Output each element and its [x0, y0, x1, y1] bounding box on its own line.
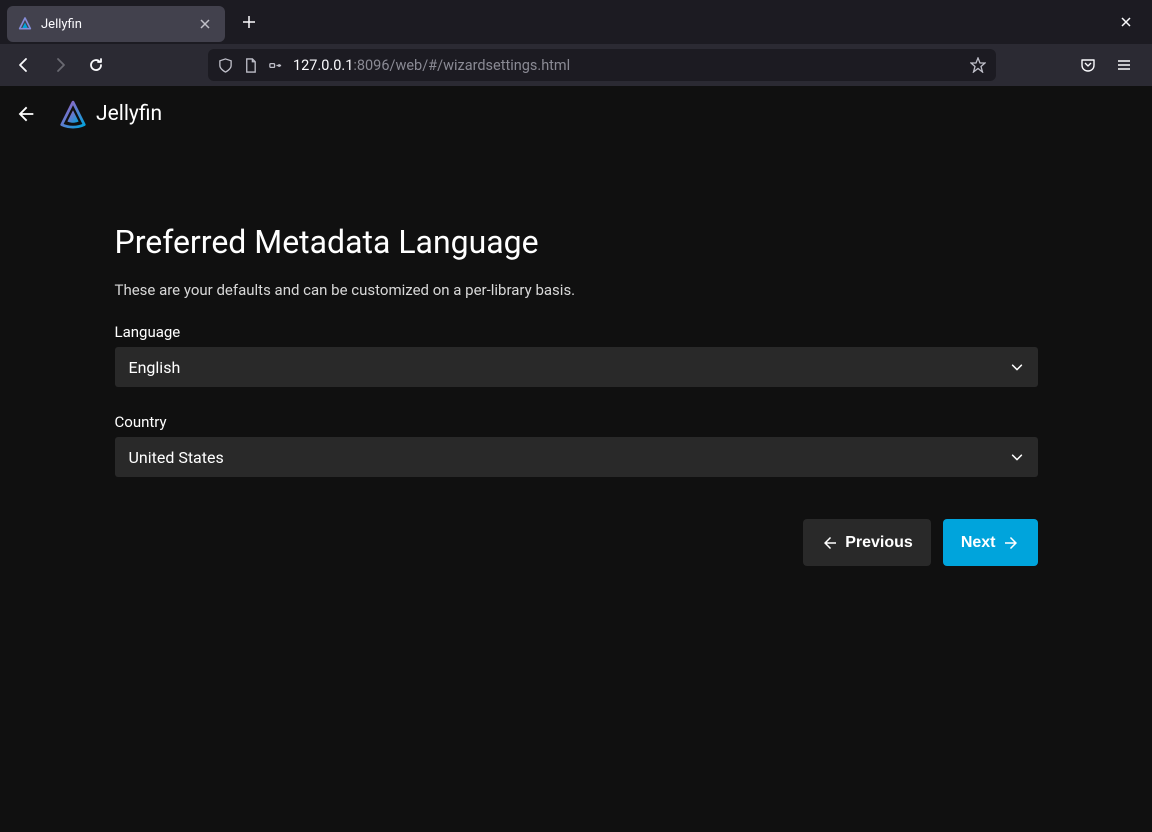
browser-chrome: Jellyfin — [0, 0, 1152, 86]
browser-tab[interactable]: Jellyfin — [7, 6, 225, 42]
app-logo-text: Jellyfin — [96, 102, 162, 126]
forward-button — [44, 49, 76, 81]
language-value: English — [115, 358, 1038, 377]
url-security-icons — [218, 58, 283, 73]
jellyfin-logo-icon — [58, 99, 88, 129]
arrow-right-icon — [1002, 534, 1020, 552]
nav-bar: 127.0.0.1:8096/web/#/wizardsettings.html — [0, 44, 1152, 86]
bookmark-star-icon[interactable] — [970, 57, 986, 73]
app-logo[interactable]: Jellyfin — [58, 99, 162, 129]
close-tab-icon[interactable] — [195, 14, 215, 34]
country-select[interactable]: United States — [115, 437, 1038, 477]
tab-title: Jellyfin — [41, 17, 195, 32]
chevron-down-icon — [1010, 450, 1024, 464]
window-close-icon[interactable] — [1112, 8, 1140, 36]
url-bar[interactable]: 127.0.0.1:8096/web/#/wizardsettings.html — [208, 49, 996, 81]
permission-icon[interactable] — [268, 58, 283, 73]
country-field: Country United States — [115, 413, 1038, 477]
arrow-left-icon — [821, 534, 839, 552]
url-text: 127.0.0.1:8096/web/#/wizardsettings.html — [293, 57, 960, 74]
country-value: United States — [115, 448, 1038, 467]
jellyfin-favicon — [17, 16, 33, 32]
page-content: Preferred Metadata Language These are yo… — [0, 143, 1152, 832]
country-label: Country — [115, 413, 1038, 431]
app-back-button[interactable] — [12, 100, 40, 128]
previous-button[interactable]: Previous — [803, 519, 931, 566]
language-field: Language English — [115, 323, 1038, 387]
page-description: These are your defaults and can be custo… — [115, 281, 1038, 299]
hamburger-menu-button[interactable] — [1108, 49, 1140, 81]
page-title: Preferred Metadata Language — [115, 223, 1038, 261]
wizard-form: Preferred Metadata Language These are yo… — [115, 223, 1038, 566]
tab-bar: Jellyfin — [0, 0, 1152, 44]
shield-icon[interactable] — [218, 58, 233, 73]
next-button[interactable]: Next — [943, 519, 1038, 566]
chevron-down-icon — [1010, 360, 1024, 374]
reload-button[interactable] — [80, 49, 112, 81]
pocket-button[interactable] — [1072, 49, 1104, 81]
app-header: Jellyfin — [0, 86, 1152, 143]
back-button[interactable] — [8, 49, 40, 81]
document-icon[interactable] — [243, 58, 258, 73]
language-select[interactable]: English — [115, 347, 1038, 387]
button-row: Previous Next — [115, 519, 1038, 566]
language-label: Language — [115, 323, 1038, 341]
new-tab-button[interactable] — [233, 6, 265, 38]
